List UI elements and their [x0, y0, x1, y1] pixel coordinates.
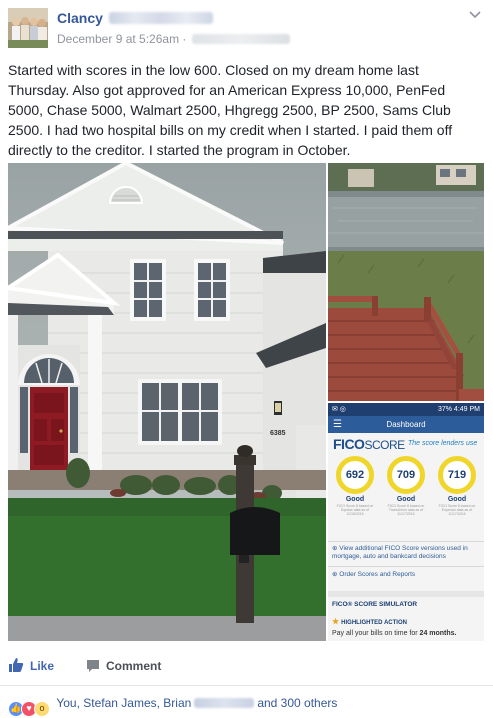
comment-button[interactable]: Comment: [86, 656, 161, 676]
link-additional-versions: ⊕ View additional FICO Score versions us…: [332, 545, 468, 560]
score-label: Good: [396, 496, 416, 503]
meta-separator: ·: [182, 32, 187, 46]
house-number: 6385: [270, 430, 286, 437]
score-experian: 719 Good FICO Score 8 based on Experian …: [434, 456, 480, 526]
chevron-down-icon[interactable]: [469, 8, 481, 22]
divider: [328, 566, 484, 567]
divider: [0, 685, 493, 686]
post-meta: December 9 at 5:26am ·: [57, 32, 291, 46]
reactions-summary[interactable]: 👍 ♥ o You, Stefan James, Brian and 300 othe…: [8, 692, 337, 717]
status-icons-left: ✉ ◎: [332, 406, 346, 413]
score-equifax: 692 Good FICO Score 8 based on Equifax d…: [332, 456, 378, 526]
author-avatar[interactable]: [8, 8, 48, 48]
score-note: FICO Score 8 based on Equifax data as of…: [336, 504, 374, 516]
reaction-others[interactable]: and 300 others: [257, 696, 337, 710]
author-surname-redacted: [108, 12, 213, 24]
wow-reaction-icon: o: [34, 701, 50, 717]
divider: [328, 541, 484, 542]
phone-app-bar: ☰ Dashboard: [328, 416, 484, 433]
comment-bubble-icon: [87, 660, 99, 672]
like-button[interactable]: Like: [8, 656, 54, 676]
name-redacted: [194, 698, 255, 708]
score-transunion: 709 Good FICO Score 8 based on TransUnio…: [383, 456, 429, 526]
post-timestamp[interactable]: December 9 at 5:26am: [57, 32, 179, 46]
status-battery: 37%: [437, 406, 452, 413]
star-icon: ★: [332, 617, 340, 626]
photo-fico-screenshot[interactable]: ✉ ◎ 37% 4:49 PM ☰ Dashboard FICOSCORE Th…: [328, 403, 484, 641]
photo-deck-pond[interactable]: [328, 163, 484, 401]
score-value: 709: [396, 469, 416, 481]
phone-status-bar: ✉ ◎ 37% 4:49 PM: [328, 403, 484, 416]
score-value: 692: [345, 469, 365, 481]
score-value: 719: [447, 469, 467, 481]
post-header: Clancy December 9 at 5:26am ·: [8, 8, 485, 52]
location-redacted: [192, 34, 291, 44]
status-time: 4:49 PM: [453, 406, 480, 413]
pay-bills-text: Pay all your bills on time for 24 months…: [332, 630, 457, 637]
fico-tagline: The score lenders use: [408, 440, 478, 447]
reaction-names[interactable]: You, Stefan James, Brian: [56, 696, 191, 710]
highlighted-action: ★ HIGHLIGHTED ACTION: [332, 617, 407, 626]
score-label: Good: [345, 496, 365, 503]
score-label: Good: [447, 496, 467, 503]
photo-house[interactable]: 6385: [8, 163, 326, 641]
dashboard-title: Dashboard: [386, 420, 426, 429]
post-text: Started with scores in the low 600. Clos…: [8, 62, 453, 158]
score-row: 692 Good FICO Score 8 based on Equifax d…: [328, 456, 484, 526]
author-name[interactable]: Clancy: [57, 10, 103, 26]
section-gap: [328, 591, 484, 597]
fico-logo: FICOSCORE: [333, 436, 405, 452]
thumbs-up-icon: [9, 658, 24, 672]
score-note: FICO Score 8 based on TransUnion data as…: [387, 504, 425, 516]
fico-header: FICOSCORE The score lenders use: [333, 436, 479, 454]
score-note: FICO Score 8 based on Experian data as o…: [438, 504, 476, 516]
link-order-scores: ⊕ Order Scores and Reports: [332, 571, 416, 578]
post-action-bar: Like Comment: [8, 656, 485, 678]
simulator-title: FICO® SCORE SIMULATOR: [332, 601, 418, 608]
